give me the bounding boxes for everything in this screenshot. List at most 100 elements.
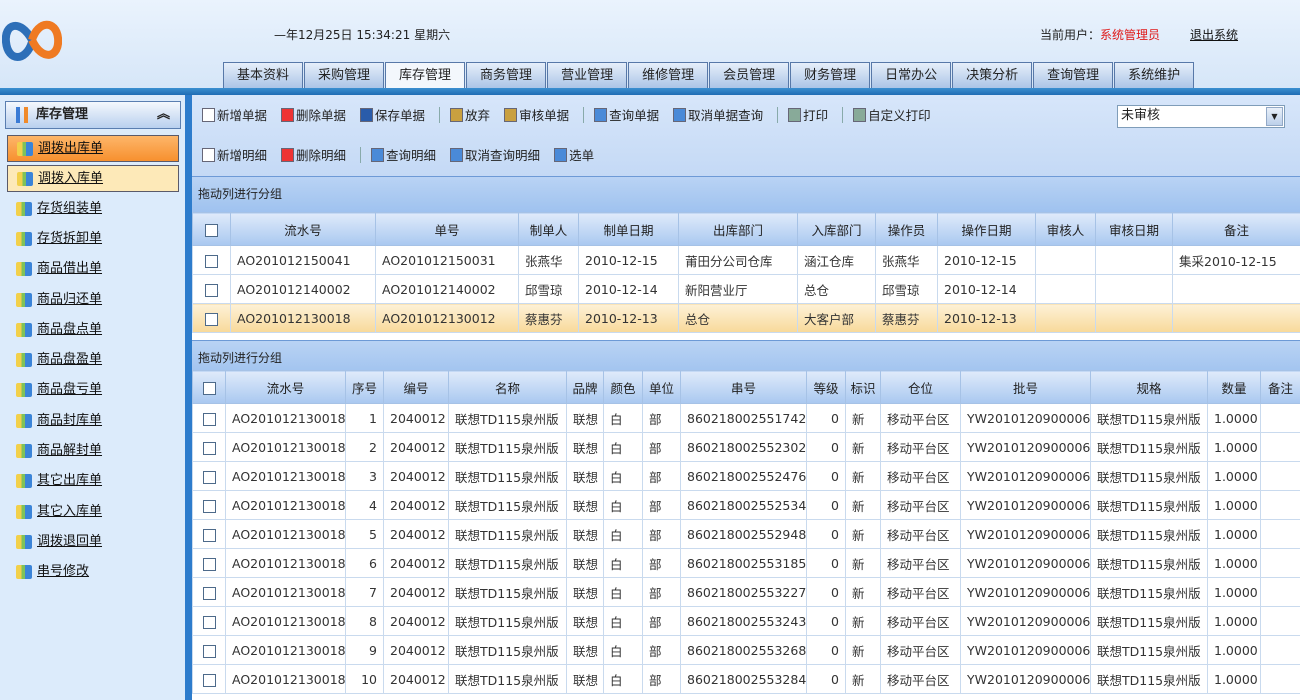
tab-7[interactable]: 财务管理 <box>790 62 871 89</box>
column-header[interactable]: 编号 <box>383 370 449 404</box>
toolbar-button[interactable]: 删除单据 <box>281 105 346 124</box>
table-row[interactable]: AO201012130018 8 2040012 联想TD115泉州版 联想白部 8602… <box>192 606 1300 636</box>
sidebar-item[interactable]: 商品盘点单 <box>7 317 179 344</box>
toolbar-button[interactable]: 审核单据 <box>504 105 569 124</box>
column-header[interactable]: 等级 <box>806 370 846 404</box>
collapse-icon[interactable]: ︽ <box>157 102 170 128</box>
toolbar-button[interactable]: 保存单据 <box>360 105 425 124</box>
status-filter-select[interactable]: 未审核 ▼ <box>1117 105 1285 128</box>
row-checkbox[interactable] <box>205 283 218 297</box>
dropdown-arrow-icon[interactable]: ▼ <box>1266 107 1283 126</box>
sidebar-item[interactable]: 商品归还单 <box>7 287 179 314</box>
column-header[interactable]: 备注 <box>1172 212 1300 246</box>
sidebar-item[interactable]: 商品盘盈单 <box>7 347 179 374</box>
column-header[interactable]: 审核日期 <box>1095 212 1173 246</box>
row-checkbox-cell[interactable] <box>192 403 226 433</box>
row-checkbox-cell[interactable] <box>192 490 226 520</box>
splitter[interactable] <box>185 95 192 700</box>
sidebar-item[interactable]: 其它出库单 <box>7 468 179 495</box>
row-checkbox[interactable] <box>205 312 218 326</box>
table-row[interactable]: AO201012130018 3 2040012 联想TD115泉州版 联想白部 8602… <box>192 461 1300 491</box>
row-checkbox-cell[interactable] <box>192 548 226 578</box>
logout-link[interactable]: 退出系统 <box>1190 26 1238 43</box>
column-header[interactable]: 批号 <box>960 370 1091 404</box>
row-checkbox-cell[interactable] <box>192 606 226 636</box>
column-header[interactable]: 操作员 <box>875 212 938 246</box>
tab-2[interactable]: 库存管理 <box>385 62 466 89</box>
table-row[interactable]: AO201012130018 7 2040012 联想TD115泉州版 联想白部 8602… <box>192 577 1300 607</box>
row-checkbox[interactable] <box>202 615 216 629</box>
column-header[interactable]: 出库部门 <box>678 212 798 246</box>
sidebar-item[interactable]: 商品盘亏单 <box>7 377 179 404</box>
toolbar-button[interactable]: 取消单据查询 <box>673 105 763 124</box>
row-checkbox-cell[interactable] <box>192 303 231 333</box>
column-header[interactable]: 标识 <box>845 370 881 404</box>
row-checkbox[interactable] <box>202 557 216 571</box>
tab-0[interactable]: 基本资料 <box>223 62 304 89</box>
toolbar-button[interactable]: 删除明细 <box>281 145 346 164</box>
column-header[interactable]: 规格 <box>1090 370 1208 404</box>
row-checkbox[interactable] <box>202 644 216 658</box>
sidebar-header[interactable]: 库存管理 ︽ <box>5 101 181 129</box>
toolbar-button[interactable]: 查询明细 <box>371 145 436 164</box>
row-checkbox[interactable] <box>202 673 216 687</box>
tab-11[interactable]: 系统维护 <box>1114 62 1195 89</box>
sidebar-item[interactable]: 商品解封单 <box>7 438 179 465</box>
table-row[interactable]: AO201012130018 AO201012130012 蔡惠芬 2010-12-1… <box>192 303 1300 333</box>
row-checkbox-cell[interactable] <box>192 461 226 491</box>
sidebar-item[interactable]: 商品封库单 <box>7 408 179 435</box>
sidebar-item[interactable]: 其它入库单 <box>7 499 179 526</box>
row-checkbox[interactable] <box>202 586 216 600</box>
sidebar-item[interactable]: 存货拆卸单 <box>7 226 179 253</box>
row-checkbox-cell[interactable] <box>192 519 226 549</box>
column-header[interactable]: 数量 <box>1207 370 1261 404</box>
column-header[interactable]: 制单日期 <box>578 212 679 246</box>
toolbar-button[interactable]: 打印 <box>788 105 828 124</box>
column-header[interactable]: 单号 <box>375 212 519 246</box>
table-row[interactable]: AO201012150041 AO201012150031 张燕华 2010-12-1… <box>192 245 1300 275</box>
table-row[interactable]: AO201012130018 1 2040012 联想TD115泉州版 联想白部 8602… <box>192 403 1300 433</box>
column-header[interactable]: 备注 <box>1260 370 1300 404</box>
sidebar-item[interactable]: 调拨入库单 <box>7 165 179 193</box>
table-row[interactable]: AO201012130018 9 2040012 联想TD115泉州版 联想白部 8602… <box>192 635 1300 665</box>
toolbar-button[interactable]: 新增单据 <box>202 105 267 124</box>
table-row[interactable]: AO201012130018 2 2040012 联想TD115泉州版 联想白部 8602… <box>192 432 1300 462</box>
checkbox[interactable] <box>205 223 218 237</box>
column-header[interactable]: 审核人 <box>1035 212 1096 246</box>
column-header[interactable]: 串号 <box>680 370 807 404</box>
row-checkbox[interactable] <box>205 254 218 268</box>
toolbar-button[interactable]: 新增明细 <box>202 145 267 164</box>
table-row[interactable]: AO201012130018 10 2040012 联想TD115泉州版 联想白部 860… <box>192 664 1300 694</box>
select-all-checkbox[interactable] <box>192 212 231 246</box>
table-row[interactable]: AO201012130018 6 2040012 联想TD115泉州版 联想白部 8602… <box>192 548 1300 578</box>
table-row[interactable]: AO201012130018 5 2040012 联想TD115泉州版 联想白部 8602… <box>192 519 1300 549</box>
row-checkbox-cell[interactable] <box>192 274 231 304</box>
table-row[interactable]: AO201012130018 4 2040012 联想TD115泉州版 联想白部 8602… <box>192 490 1300 520</box>
sidebar-item[interactable]: 调拨出库单 <box>7 135 179 162</box>
toolbar-button[interactable]: 查询单据 <box>594 105 659 124</box>
tab-3[interactable]: 商务管理 <box>466 62 547 89</box>
column-header[interactable]: 品牌 <box>566 370 604 404</box>
row-checkbox[interactable] <box>202 412 216 426</box>
row-checkbox-cell[interactable] <box>192 245 231 275</box>
column-header[interactable]: 序号 <box>345 370 384 404</box>
sidebar-item[interactable]: 串号修改 <box>7 559 179 586</box>
row-checkbox-cell[interactable] <box>192 577 226 607</box>
tab-6[interactable]: 会员管理 <box>709 62 790 89</box>
tab-5[interactable]: 维修管理 <box>628 62 709 89</box>
table-row[interactable]: AO201012140002 AO201012140002 邱雪琼 2010-12-1… <box>192 274 1300 304</box>
row-checkbox-cell[interactable] <box>192 664 226 694</box>
column-header[interactable]: 流水号 <box>225 370 346 404</box>
column-header[interactable]: 仓位 <box>880 370 961 404</box>
select-all-checkbox[interactable] <box>192 370 226 404</box>
tab-4[interactable]: 营业管理 <box>547 62 628 89</box>
column-header[interactable]: 流水号 <box>230 212 376 246</box>
toolbar-button[interactable]: 放弃 <box>450 105 490 124</box>
column-header[interactable]: 操作日期 <box>937 212 1036 246</box>
row-checkbox[interactable] <box>202 441 216 455</box>
tab-9[interactable]: 决策分析 <box>952 62 1033 89</box>
row-checkbox-cell[interactable] <box>192 635 226 665</box>
column-header[interactable]: 颜色 <box>603 370 643 404</box>
column-header[interactable]: 单位 <box>642 370 681 404</box>
row-checkbox-cell[interactable] <box>192 432 226 462</box>
